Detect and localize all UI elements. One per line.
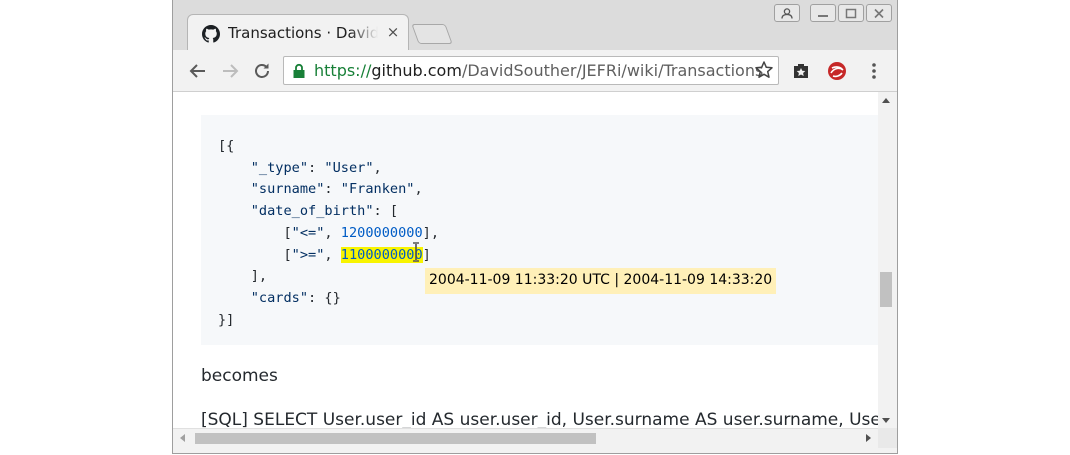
reload-icon[interactable] <box>251 60 273 82</box>
sql-text: [SQL] SELECT User.user_id AS user.user_i… <box>201 410 878 428</box>
horizontal-scroll-thumb[interactable] <box>195 433 596 444</box>
scroll-down-arrow-icon[interactable] <box>882 418 890 423</box>
code-token: , <box>373 159 382 176</box>
user-icon <box>781 8 793 19</box>
json-code: [{ "_type": "User", "surname": "Franken"… <box>218 136 439 331</box>
browser-tab[interactable]: Transactions · DavidSouther/JEFRi Wiki × <box>187 14 409 50</box>
code-token: "<=" <box>291 224 325 241</box>
extension-swirl-icon[interactable] <box>826 60 848 82</box>
new-tab-button[interactable] <box>411 24 453 44</box>
scroll-left-arrow-icon[interactable] <box>180 434 185 442</box>
close-icon <box>874 8 884 19</box>
text-cursor <box>411 242 421 262</box>
code-token: "surname" <box>250 181 325 198</box>
code-token: [ <box>218 224 292 241</box>
kebab-menu-icon[interactable] <box>863 60 885 82</box>
horizontal-scrollbar[interactable] <box>173 428 878 448</box>
code-token: [{ <box>218 138 235 154</box>
timestamp-tooltip: 2004-11-09 11:33:20 UTC | 2004-11-09 14:… <box>425 268 777 294</box>
code-token: : {} <box>308 289 341 306</box>
code-token: }] <box>218 311 235 328</box>
code-token: , <box>414 181 423 198</box>
tab-close-button[interactable]: × <box>384 23 402 41</box>
url-scheme: https:// <box>314 61 372 80</box>
code-token: ] <box>422 246 431 263</box>
code-token: : <box>308 159 325 176</box>
browser-window: Transactions · DavidSouther/JEFRi Wiki × <box>172 0 898 454</box>
code-token: "_type" <box>250 159 309 176</box>
code-token: [ <box>218 246 292 263</box>
minimize-button[interactable] <box>810 4 836 22</box>
github-icon <box>202 25 220 43</box>
code-token: "Franken" <box>340 181 415 198</box>
back-arrow-icon[interactable] <box>187 60 209 82</box>
vertical-scrollbar[interactable] <box>878 92 897 428</box>
code-token: 1200000000 <box>340 224 423 241</box>
code-block: [{ "_type": "User", "surname": "Franken"… <box>201 115 878 345</box>
code-token: "date_of_birth" <box>250 203 374 220</box>
scrollbar-corner <box>878 428 897 448</box>
code-token: ], <box>422 224 440 241</box>
code-token: ], <box>218 268 268 285</box>
code-token: : <box>324 181 341 198</box>
becomes-text: becomes <box>201 366 278 386</box>
extension-puzzle-icon[interactable] <box>790 60 812 82</box>
forward-arrow-icon[interactable] <box>219 60 241 82</box>
url-host: github.com <box>371 61 462 80</box>
scroll-right-arrow-icon[interactable] <box>866 434 871 442</box>
minimize-icon <box>818 15 828 17</box>
lock-icon <box>293 63 305 78</box>
code-token: ">=" <box>291 246 325 263</box>
code-token: : [ <box>373 203 399 220</box>
code-token: , <box>324 246 341 263</box>
code-token: "User" <box>324 159 374 176</box>
code-token: "cards" <box>250 289 309 306</box>
url-path: /DavidSouther/JEFRi/wiki/Transactions <box>461 61 764 80</box>
vertical-scroll-thumb[interactable] <box>880 272 892 307</box>
scroll-up-arrow-icon[interactable] <box>882 98 890 103</box>
maximize-icon <box>845 8 857 19</box>
profile-button[interactable] <box>774 4 800 22</box>
browser-toolbar: https://github.com/DavidSouther/JEFRi/wi… <box>173 50 897 92</box>
code-token: , <box>324 224 341 241</box>
star-icon[interactable] <box>754 60 774 80</box>
title-bar: Transactions · DavidSouther/JEFRi Wiki × <box>173 0 897 50</box>
page-content: [{ "_type": "User", "surname": "Franken"… <box>173 92 878 428</box>
maximize-button[interactable] <box>838 4 864 22</box>
url-text: https://github.com/DavidSouther/JEFRi/wi… <box>314 61 763 80</box>
close-window-button[interactable] <box>866 4 892 22</box>
tab-title: Transactions · DavidSouther/JEFRi Wiki <box>228 24 378 42</box>
address-bar[interactable]: https://github.com/DavidSouther/JEFRi/wi… <box>283 56 779 85</box>
